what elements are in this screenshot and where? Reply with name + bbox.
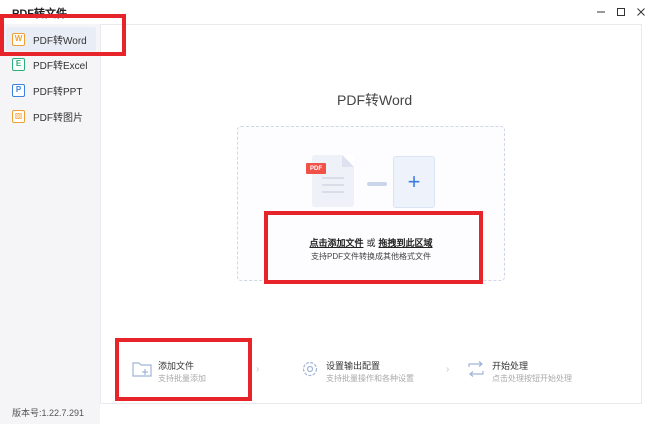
sidebar-item-pdf-to-word[interactable]: W PDF转Word (6, 27, 96, 51)
dash-icon (367, 182, 387, 186)
word-icon: W (12, 32, 25, 46)
chevron-right-icon: › (256, 364, 260, 375)
version-label: 版本号:1.22.7.291 (12, 408, 85, 418)
close-icon (637, 8, 645, 16)
step-subtitle: 支持批量操作和各种设置 (326, 374, 414, 383)
sidebar-item-label: PDF转图片 (33, 112, 83, 124)
step-title: 添加文件 (158, 361, 195, 371)
gear-icon (302, 361, 318, 377)
sidebar-item-pdf-to-excel[interactable]: E PDF转Excel (6, 52, 96, 76)
sidebar-item-label: PDF转Word (33, 35, 87, 47)
maximize-icon (617, 8, 625, 16)
drop-zone-instructions: 点击添加文件或拖拽到此区域 (237, 236, 505, 249)
sidebar-item-label: PDF转PPT (33, 86, 83, 98)
page-title: PDF转Word (337, 92, 413, 108)
sidebar-item-label: PDF转Excel (33, 60, 88, 72)
convert-arrows-icon (468, 361, 484, 377)
excel-icon: E (12, 57, 25, 71)
image-icon: ▨ (12, 109, 25, 123)
sidebar-item-pdf-to-ppt[interactable]: P PDF转PPT (6, 78, 96, 102)
step-title: 设置输出配置 (326, 361, 381, 371)
close-button[interactable] (630, 2, 650, 22)
step-subtitle: 点击处理按钮开始处理 (492, 374, 572, 383)
step-subtitle: 支持批量添加 (158, 374, 206, 383)
app-title: PDF转文件 (12, 8, 67, 20)
sidebar-item-pdf-to-image[interactable]: ▨ PDF转图片 (6, 104, 96, 128)
chevron-right-icon: › (446, 364, 450, 375)
title-bar: PDF转文件 (0, 0, 650, 24)
ppt-icon: P (12, 83, 25, 97)
or-text: 或 (366, 238, 376, 248)
drop-zone-subtitle: 支持PDF文件转换成其他格式文件 (311, 252, 431, 261)
drag-here-link[interactable]: 拖拽到此区域 (379, 238, 433, 248)
maximize-button[interactable] (610, 2, 632, 22)
minimize-icon (597, 11, 605, 13)
pdf-badge: PDF (306, 163, 326, 174)
folder-add-icon (132, 362, 152, 377)
minimize-button[interactable] (590, 2, 612, 22)
step-title: 开始处理 (492, 361, 529, 371)
click-add-file-link[interactable]: 点击添加文件 (309, 238, 363, 248)
add-file-plus-button[interactable]: + (393, 156, 435, 208)
